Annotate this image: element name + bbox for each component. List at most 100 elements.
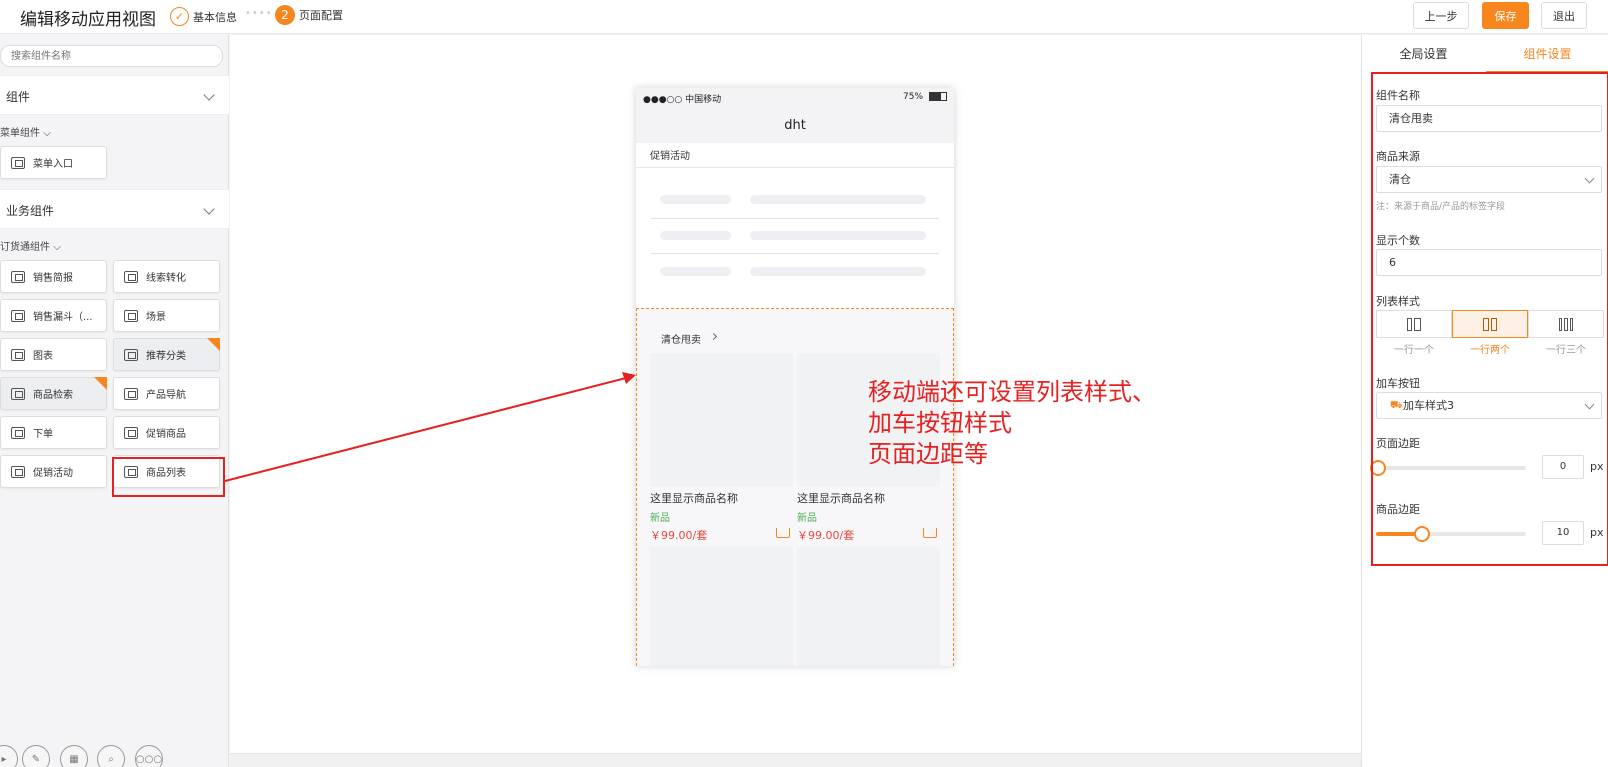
product-image [650, 353, 793, 487]
component-icon [11, 426, 25, 439]
save-button[interactable]: 保存 [1482, 2, 1529, 29]
product-image [650, 547, 793, 666]
skeleton-line [660, 267, 731, 276]
pen-tool-icon[interactable]: ✎ [22, 745, 50, 767]
layers-tool-icon[interactable]: ▦ [60, 745, 88, 767]
divider [651, 253, 939, 254]
chevron-right-icon [709, 332, 718, 341]
component-label: 促销活动 [33, 468, 73, 479]
skeleton-line [750, 195, 926, 204]
skeleton-line [660, 231, 731, 240]
step-label: 页面配置 [299, 9, 343, 22]
component-icon [124, 426, 138, 439]
component-label: 线索转化 [146, 273, 186, 284]
corner-badge-icon [207, 338, 220, 351]
product-list-component[interactable]: 清仓甩卖 这里显示商品名称 这里显示商品名称 新品 新品 ￥99.00/套 ￥9… [636, 308, 954, 666]
component-lead-conversion[interactable]: 线索转化 [113, 260, 220, 293]
product-image [797, 547, 940, 666]
component-product-nav[interactable]: 产品导航 [113, 377, 220, 410]
component-icon [11, 270, 25, 283]
component-icon [11, 387, 25, 400]
component-sales-brief[interactable]: 销售简报 [0, 260, 107, 293]
component-icon [11, 156, 25, 169]
component-place-order[interactable]: 下单 [0, 416, 107, 449]
component-label: 商品检索 [33, 390, 73, 401]
component-label: 销售简报 [33, 273, 73, 284]
divider [636, 167, 954, 168]
section-components[interactable]: 组件 [0, 75, 229, 115]
step-basic-info[interactable]: ✓ 基本信息 [170, 7, 237, 26]
component-label: 促销商品 [146, 429, 186, 440]
component-icon [124, 348, 138, 361]
section-title: 业务组件 [6, 204, 55, 218]
chevron-down-icon: ⌵ [43, 128, 51, 139]
phone-status-bar: ●●●○○ 中国移动 75% [636, 88, 954, 108]
component-label: 场景 [146, 312, 166, 323]
section-title: 组件 [6, 90, 31, 104]
component-sidebar: 组件 菜单组件 ⌵ 菜单入口 业务组件 订货通组件 ⌵ 销售简报 线索转化 销售… [0, 35, 229, 767]
product-tag: 新品 [650, 513, 670, 524]
cart-icon[interactable] [923, 528, 937, 538]
divider [651, 218, 939, 219]
component-promo-products[interactable]: 促销商品 [113, 416, 220, 449]
settings-panel: 全局设置 组件设置 组件名称 清仓甩卖 商品来源 清仓 注：来源于商品/产品的标… [1361, 35, 1608, 767]
canvas-scrollbar[interactable] [230, 753, 1361, 767]
component-scene[interactable]: 场景 [113, 299, 220, 332]
annotation-line: 加车按钮样式 [868, 409, 1012, 437]
product-price: ￥99.00/套 [797, 529, 855, 542]
component-icon [11, 465, 25, 478]
subsection-label: 菜单组件 [0, 128, 40, 139]
tab-global-settings[interactable]: 全局设置 [1362, 35, 1485, 73]
more-tool-icon[interactable]: ○○○ [135, 745, 163, 767]
check-icon: ✓ [170, 7, 189, 26]
chevron-down-icon [203, 89, 215, 101]
component-icon [124, 387, 138, 400]
product-list-title: 清仓甩卖 [661, 335, 701, 346]
component-label: 销售漏斗（... [33, 312, 93, 323]
exit-button[interactable]: 退出 [1541, 2, 1587, 29]
step-label: 基本信息 [193, 10, 237, 24]
promo-section-title[interactable]: 促销活动 [650, 147, 690, 162]
component-label: 图表 [33, 351, 53, 362]
skeleton-line [660, 195, 731, 204]
step-page-config[interactable]: 2 页面配置 [275, 5, 343, 25]
cart-icon[interactable] [776, 528, 790, 538]
prev-step-button[interactable]: 上一步 [1413, 2, 1469, 29]
highlight-box [1371, 72, 1608, 566]
step-separator: •••• [245, 8, 273, 19]
component-promo-activity[interactable]: 促销活动 [0, 455, 107, 488]
chevron-down-icon: ⌵ [53, 242, 61, 253]
annotation-line: 页面边距等 [868, 440, 988, 468]
component-label: 推荐分类 [146, 351, 186, 362]
product-name: 这里显示商品名称 [797, 492, 885, 505]
skeleton-line [750, 231, 926, 240]
section-business[interactable]: 业务组件 [0, 189, 229, 229]
product-tag: 新品 [797, 513, 817, 524]
subsection-menu[interactable]: 菜单组件 ⌵ [0, 124, 51, 139]
tab-component-settings[interactable]: 组件设置 [1486, 35, 1608, 73]
subsection-label: 订货通组件 [0, 242, 50, 253]
battery-icon [929, 92, 947, 101]
carrier-label: ●●●○○ 中国移动 [643, 95, 722, 105]
component-icon [11, 348, 25, 361]
annotation-text: 移动端还可设置列表样式、 加车按钮样式 页面边距等 [868, 377, 1156, 470]
component-sales-funnel[interactable]: 销售漏斗（... [0, 299, 107, 332]
component-icon [124, 270, 138, 283]
component-product-search[interactable]: 商品检索 [0, 377, 107, 410]
highlight-box [112, 457, 225, 497]
subsection-dht[interactable]: 订货通组件 ⌵ [0, 238, 61, 253]
battery-label: 75% [903, 92, 924, 102]
annotation-line: 移动端还可设置列表样式、 [868, 378, 1156, 406]
component-chart[interactable]: 图表 [0, 338, 107, 371]
component-search-input[interactable] [0, 45, 223, 67]
step-number: 2 [275, 5, 295, 25]
component-label: 产品导航 [146, 390, 186, 401]
chevron-down-icon [203, 203, 215, 215]
component-menu-entry[interactable]: 菜单入口 [0, 146, 107, 179]
page-title: 编辑移动应用视图 [20, 10, 156, 30]
component-recommended-category[interactable]: 推荐分类 [113, 338, 220, 371]
skeleton-line [750, 267, 926, 276]
product-price: ￥99.00/套 [650, 529, 708, 542]
phone-nav-title: dht [636, 108, 954, 143]
zoom-tool-icon[interactable]: ⌕ [97, 745, 125, 767]
